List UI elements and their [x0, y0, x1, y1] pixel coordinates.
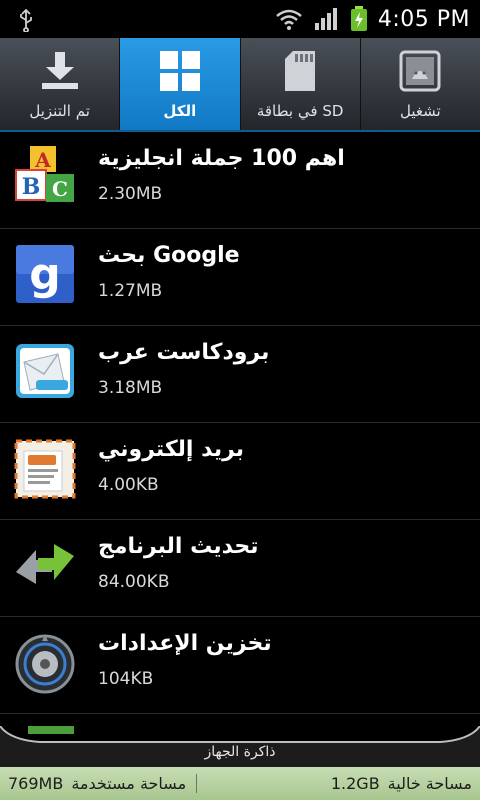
- app-name: اهم 100 جملة انجليزية: [98, 146, 345, 171]
- app-filter-tabs: تم التنزيل الكل في بطاقة SD تشغيل: [0, 38, 480, 132]
- used-space: 769MB مساحة مستخدمة: [0, 774, 198, 793]
- free-space: 1.2GB مساحة خالية: [323, 774, 480, 793]
- list-item[interactable]: بريد إلكتروني 4.00KB: [0, 423, 480, 520]
- wifi-icon: [276, 9, 302, 30]
- svg-text:g: g: [29, 249, 61, 300]
- app-size: 104KB: [98, 669, 154, 689]
- email-icon: [14, 439, 76, 499]
- tab-all[interactable]: الكل: [120, 38, 241, 130]
- app-size: 84.00KB: [98, 572, 170, 592]
- list-item[interactable]: g بحث Google 1.27MB: [0, 229, 480, 326]
- signal-icon: [314, 8, 337, 30]
- app-size: 1.27MB: [98, 281, 163, 301]
- app-name: بحث Google: [98, 243, 240, 268]
- battery-charging-icon: [350, 6, 367, 31]
- app-size: 3.18MB: [98, 378, 163, 398]
- list-item[interactable]: A B C اهم 100 جملة انجليزية 2.30MB: [0, 132, 480, 229]
- app-name: برودكاست عرب: [98, 340, 270, 365]
- storage-title: ذاكرة الجهاز: [204, 744, 276, 760]
- tab-running[interactable]: تشغيل: [361, 38, 480, 130]
- tab-sd-card[interactable]: في بطاقة SD: [241, 38, 361, 130]
- settings-storage-icon: [15, 634, 75, 694]
- google-search-icon: g: [16, 245, 74, 303]
- tab-downloaded[interactable]: تم التنزيل: [0, 38, 121, 130]
- software-update-icon: [16, 544, 74, 584]
- svg-text:A: A: [34, 148, 51, 172]
- tab-running-label: تشغيل: [400, 102, 441, 120]
- clock: 4:05 PM: [377, 6, 470, 32]
- list-item[interactable]: برودكاست عرب 3.18MB: [0, 326, 480, 423]
- tab-downloaded-label: تم التنزيل: [29, 102, 90, 120]
- svg-text:B: B: [22, 174, 41, 200]
- app-size: 2.30MB: [98, 184, 163, 204]
- app-size: 4.00KB: [98, 475, 159, 495]
- sd-card-icon: [285, 51, 316, 91]
- abc-blocks-icon: A B C: [15, 146, 74, 202]
- status-bar: 4:05 PM: [0, 0, 480, 38]
- svg-text:C: C: [52, 177, 68, 201]
- broadcast-arab-icon: [16, 344, 74, 398]
- list-item[interactable]: تخزين الإعدادات 104KB: [0, 617, 480, 714]
- running-apps-icon: [399, 50, 441, 92]
- app-list: A B C اهم 100 جملة انجليزية 2.30MB g بحث…: [0, 132, 480, 732]
- app-name: تحديث البرنامج: [98, 534, 259, 559]
- app-name: بريد إلكتروني: [98, 437, 245, 462]
- storage-footer: 769MB مساحة مستخدمة 1.2GB مساحة خالية: [0, 767, 480, 800]
- app-name: تخزين الإعدادات: [98, 631, 272, 656]
- tab-sd-card-label: في بطاقة SD: [256, 102, 344, 120]
- free-space-label: مساحة خالية: [387, 774, 472, 793]
- tab-all-label: الكل: [163, 102, 197, 120]
- free-space-value: 1.2GB: [330, 774, 380, 793]
- list-item[interactable]: تحديث البرنامج 84.00KB: [0, 520, 480, 617]
- used-space-label: مساحة مستخدمة: [71, 774, 187, 793]
- usb-icon: [20, 8, 32, 32]
- download-icon: [41, 52, 78, 89]
- grid-icon: [159, 51, 200, 91]
- used-space-value: 769MB: [8, 774, 64, 793]
